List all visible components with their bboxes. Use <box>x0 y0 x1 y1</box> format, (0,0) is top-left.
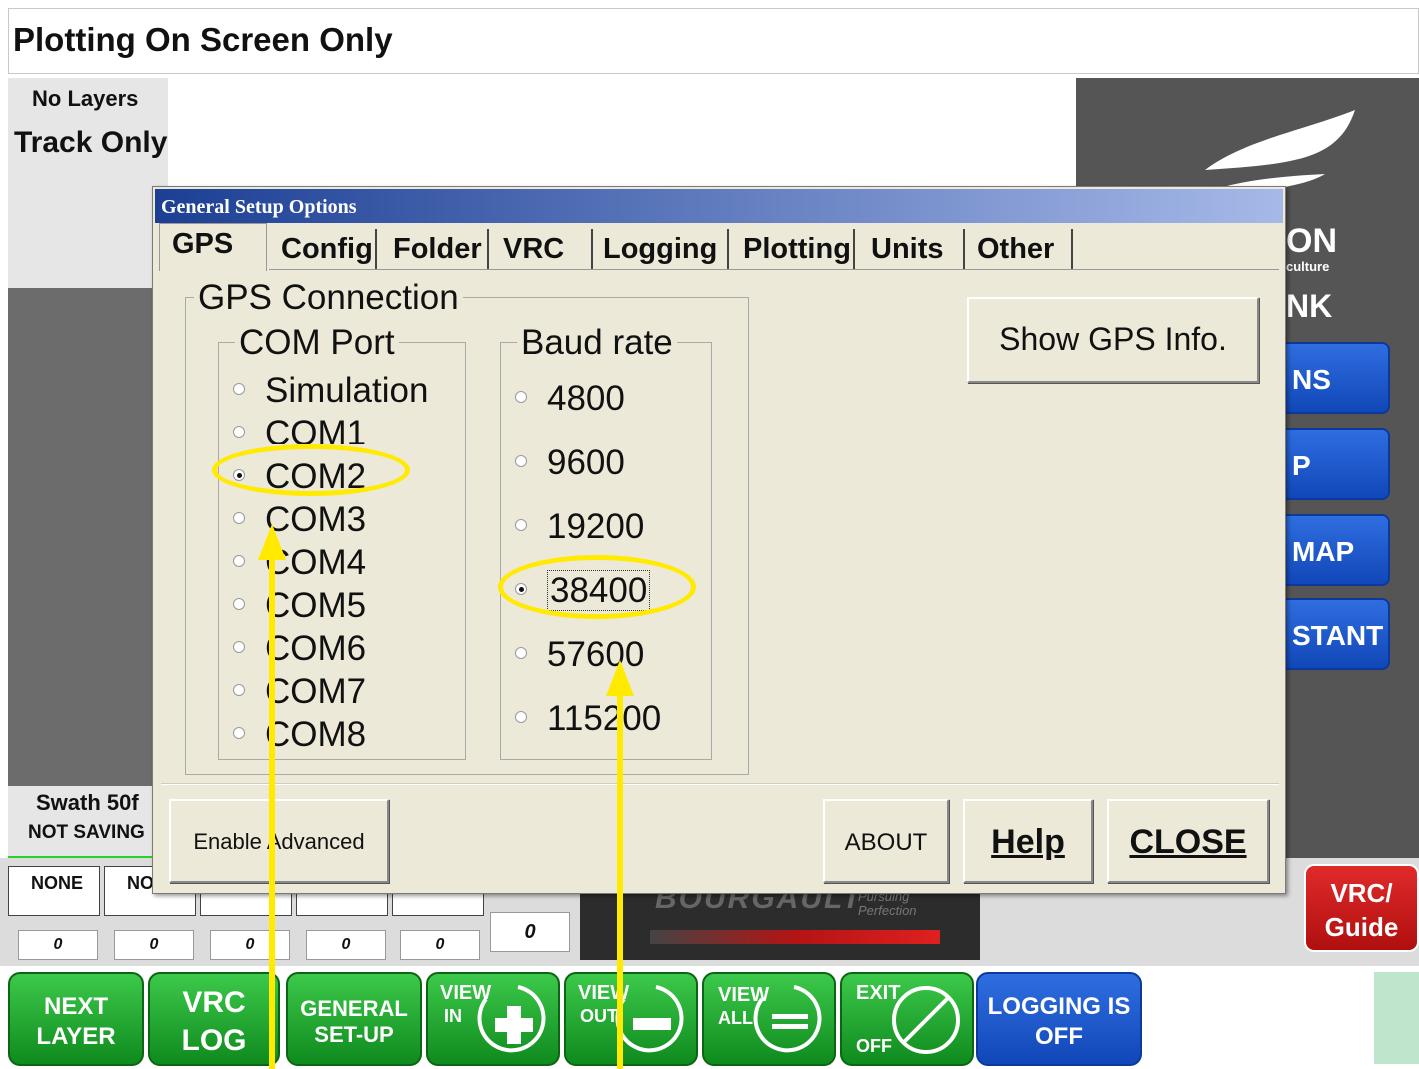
exit-off-icon <box>892 986 960 1054</box>
baud-highlight-ellipse <box>498 555 696 619</box>
general-setup-button[interactable]: GENERAL SET-UP <box>286 972 422 1066</box>
tab-gps[interactable]: GPS <box>159 223 267 271</box>
next-layer-line1: NEXT <box>43 993 108 1020</box>
radio-dot <box>515 390 527 403</box>
radio-dot <box>233 511 245 524</box>
app-window: Plotting On Screen Only No Layers Track … <box>0 0 1419 1069</box>
radio-dot <box>233 554 245 567</box>
com-radio-label: COM1 <box>265 414 367 444</box>
radio-dot <box>233 683 245 696</box>
close-label: CLOSE <box>1129 823 1247 861</box>
track-label: Track Only <box>14 126 168 159</box>
tab-logging[interactable]: Logging <box>597 229 729 269</box>
layers-label: No Layers <box>32 86 139 111</box>
help-button[interactable]: Help <box>963 799 1093 883</box>
section-counter-2: 0 <box>114 930 194 960</box>
brand-tagline-2: Perfection <box>858 903 917 918</box>
section-tile-1[interactable]: NONE <box>8 866 100 916</box>
com-radio-com1[interactable]: COM1 <box>233 414 366 444</box>
zoom-in-icon <box>477 985 546 1053</box>
section-counter-4: 0 <box>306 930 386 960</box>
section-counter-1: 0 <box>18 930 98 960</box>
side-button-2[interactable]: P <box>1272 428 1390 500</box>
next-layer-button[interactable]: NEXT LAYER <box>8 972 144 1066</box>
com2-highlight-ellipse <box>212 444 410 496</box>
radio-dot <box>233 597 245 610</box>
com-radio-label: Simulation <box>265 371 429 410</box>
baud-annotation-arrow-icon <box>606 660 634 1069</box>
baud-radio-label: 19200 <box>547 507 645 546</box>
side-button-1[interactable]: NS <box>1272 342 1390 414</box>
help-label: Help <box>991 823 1065 861</box>
tab-other[interactable]: Other <box>971 229 1073 269</box>
baud-radio-4800[interactable]: 4800 <box>515 379 625 419</box>
radio-dot <box>233 425 245 438</box>
baud-radio-9600[interactable]: 9600 <box>515 443 625 483</box>
side-button-map[interactable]: MAP <box>1272 514 1390 586</box>
baud-radio-label: 4800 <box>547 379 625 418</box>
show-gps-info-button[interactable]: Show GPS Info. <box>967 297 1259 383</box>
view-all-line2: ALL <box>718 1008 753 1028</box>
radio-dot <box>233 382 245 395</box>
tab-vrc[interactable]: VRC <box>497 229 593 269</box>
vrc-guide-button[interactable]: VRC/ Guide <box>1304 864 1419 952</box>
close-button[interactable]: CLOSE <box>1107 799 1269 883</box>
view-in-line2: IN <box>444 1006 462 1026</box>
brand-tagline: Pursuing Perfection <box>858 890 917 918</box>
link-fragment: NK <box>1286 288 1333 324</box>
center-counter: 0 <box>490 912 570 952</box>
radio-dot <box>233 726 245 739</box>
tab-config[interactable]: Config <box>275 229 377 269</box>
toolbar-edge-stub <box>1374 972 1419 1064</box>
dialog-title: General Setup Options <box>161 196 357 218</box>
baud-radio-label: 9600 <box>547 443 625 482</box>
swath-label: Swath 50f <box>36 790 139 815</box>
radio-dot <box>515 518 527 531</box>
dialog-separator <box>161 783 1279 785</box>
general-setup-line2: SET-UP <box>314 1022 394 1047</box>
general-setup-dialog: General Setup Options GPS Config Folder … <box>152 186 1286 894</box>
radio-dot <box>233 640 245 653</box>
radio-dot <box>515 454 527 467</box>
brand-accent-bar <box>650 930 940 944</box>
gps-connection-caption: GPS Connection <box>194 278 463 318</box>
com2-annotation-arrow-icon <box>258 524 286 1069</box>
logging-line1: LOGGING <box>987 993 1101 1020</box>
logging-toggle-button[interactable]: LOGGING IS OFF <box>976 972 1142 1066</box>
layers-panel[interactable]: No Layers Track Only <box>8 78 168 288</box>
baud-radio-19200[interactable]: 19200 <box>515 507 644 547</box>
tab-folder[interactable]: Folder <box>387 229 489 269</box>
about-button[interactable]: ABOUT <box>823 799 949 883</box>
view-all-button[interactable]: VIEW ALL <box>702 972 836 1066</box>
vrc-guide-line1: VRC/ <box>1330 878 1393 908</box>
brand-sub-fragment: culture <box>1286 259 1330 274</box>
plotting-status-title: Plotting On Screen Only <box>13 21 393 58</box>
title-bar: Plotting On Screen Only <box>8 8 1419 74</box>
radio-dot <box>515 710 527 723</box>
swath-panel: Swath 50f NOT SAVING <box>8 786 158 856</box>
com-port-caption: COM Port <box>235 323 399 363</box>
tab-underline <box>269 269 1279 270</box>
brand-fragment: ON <box>1286 222 1337 260</box>
side-button-instant[interactable]: STANT <box>1272 598 1390 670</box>
dialog-tabs: GPS Config Folder VRC Logging Plotting U… <box>159 223 1279 271</box>
dialog-title-bar[interactable]: General Setup Options <box>155 189 1283 223</box>
next-layer-line2: LAYER <box>36 1023 116 1050</box>
radio-dot <box>515 646 527 659</box>
general-setup-line1: GENERAL <box>300 996 408 1021</box>
saving-status: NOT SAVING <box>28 822 145 843</box>
tab-units[interactable]: Units <box>865 229 965 269</box>
exit-button[interactable]: EXIT OFF <box>840 972 974 1066</box>
baud-rate-caption: Baud rate <box>517 323 677 363</box>
section-counter-5: 0 <box>400 930 480 960</box>
view-in-button[interactable]: VIEW IN <box>426 972 560 1066</box>
tab-plotting[interactable]: Plotting <box>737 229 855 269</box>
view-all-icon <box>753 985 822 1053</box>
map-area-left <box>8 288 168 788</box>
vrc-guide-line2: Guide <box>1324 912 1399 942</box>
com-radio-simulation[interactable]: Simulation <box>233 371 428 411</box>
